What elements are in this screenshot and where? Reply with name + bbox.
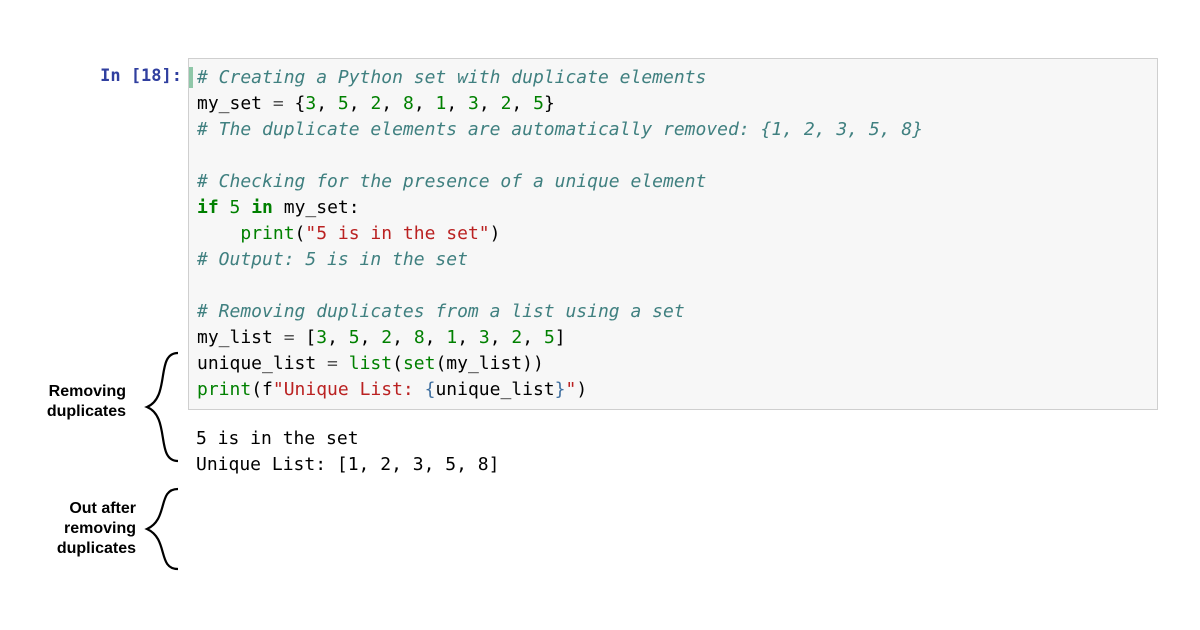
curly-brace-icon [143, 485, 183, 573]
bracket: [ [295, 327, 317, 348]
paren: ) [490, 223, 501, 244]
comma: , [457, 327, 479, 348]
comma: , [360, 327, 382, 348]
string: "Unique List: [273, 379, 425, 400]
comma: , [392, 327, 414, 348]
code-comment: # Checking for the presence of a unique … [197, 171, 706, 192]
code-text: my_set [197, 93, 273, 114]
code-text: unique_list [197, 353, 327, 374]
bracket: { [284, 93, 306, 114]
output-row: 5 is in the set Unique List: [1, 2, 3, 5… [28, 426, 1158, 478]
code-comment: # The duplicate elements are automatical… [197, 119, 923, 140]
paren: (my_list)) [435, 353, 543, 374]
annotation-text: removing [64, 520, 136, 537]
interp-open: { [425, 379, 436, 400]
curly-brace-icon [143, 349, 183, 465]
number: 8 [414, 327, 425, 348]
paren: ) [576, 379, 587, 400]
operator: = [273, 93, 284, 114]
notebook-cell: In [18]: # Creating a Python set with du… [28, 58, 1158, 478]
code-comment: # Output: 5 is in the set [197, 249, 468, 270]
number: 3 [305, 93, 316, 114]
comma: , [511, 93, 533, 114]
code-text: unique_list [435, 379, 554, 400]
annotation-text: Removing [49, 383, 126, 400]
interp-close: } [555, 379, 566, 400]
space [240, 197, 251, 218]
operator: = [284, 327, 295, 348]
bracket: ] [555, 327, 566, 348]
number: 5 [230, 197, 241, 218]
number: 5 [349, 327, 360, 348]
paren: ( [295, 223, 306, 244]
number: 5 [533, 93, 544, 114]
annotation-removing-duplicates: Removing duplicates [6, 382, 126, 422]
number: 2 [370, 93, 381, 114]
comma: , [479, 93, 501, 114]
builtin: print [240, 223, 294, 244]
number: 5 [338, 93, 349, 114]
builtin: print [197, 379, 251, 400]
builtin: list [349, 353, 392, 374]
number: 1 [446, 327, 457, 348]
code-editor[interactable]: # Creating a Python set with duplicate e… [188, 58, 1158, 410]
number: 2 [381, 327, 392, 348]
builtin: set [403, 353, 436, 374]
comma: , [490, 327, 512, 348]
number: 2 [511, 327, 522, 348]
keyword: if [197, 197, 219, 218]
space [219, 197, 230, 218]
paren: ( [392, 353, 403, 374]
annotation-text: duplicates [47, 403, 126, 420]
space [338, 353, 349, 374]
number: 3 [468, 93, 479, 114]
keyword: in [251, 197, 273, 218]
output-line: 5 is in the set [196, 428, 359, 449]
output-line: Unique List: [1, 2, 3, 5, 8] [196, 454, 499, 475]
string: "5 is in the set" [305, 223, 489, 244]
number: 8 [403, 93, 414, 114]
comma: , [414, 93, 436, 114]
input-row: In [18]: # Creating a Python set with du… [28, 58, 1158, 410]
comma: , [446, 93, 468, 114]
number: 1 [436, 93, 447, 114]
comma: , [381, 93, 403, 114]
code-text: my_set: [273, 197, 360, 218]
number: 3 [316, 327, 327, 348]
comma: , [316, 93, 338, 114]
string: " [566, 379, 577, 400]
comma: , [327, 327, 349, 348]
code-text: my_list [197, 327, 284, 348]
comma: , [425, 327, 447, 348]
code-comment: # Creating a Python set with duplicate e… [197, 67, 706, 88]
comma: , [522, 327, 544, 348]
input-prompt: In [18]: [28, 58, 188, 86]
code-comment: # Removing duplicates from a list using … [197, 301, 685, 322]
output-area: 5 is in the set Unique List: [1, 2, 3, 5… [188, 426, 499, 478]
number: 2 [501, 93, 512, 114]
comma: , [349, 93, 371, 114]
indent [197, 223, 240, 244]
number: 3 [479, 327, 490, 348]
annotation-text: Out after [69, 500, 136, 517]
operator: = [327, 353, 338, 374]
paren: (f [251, 379, 273, 400]
annotation-out-after-removing: Out after removing duplicates [6, 499, 136, 559]
annotation-text: duplicates [57, 540, 136, 557]
bracket: } [544, 93, 555, 114]
number: 5 [544, 327, 555, 348]
